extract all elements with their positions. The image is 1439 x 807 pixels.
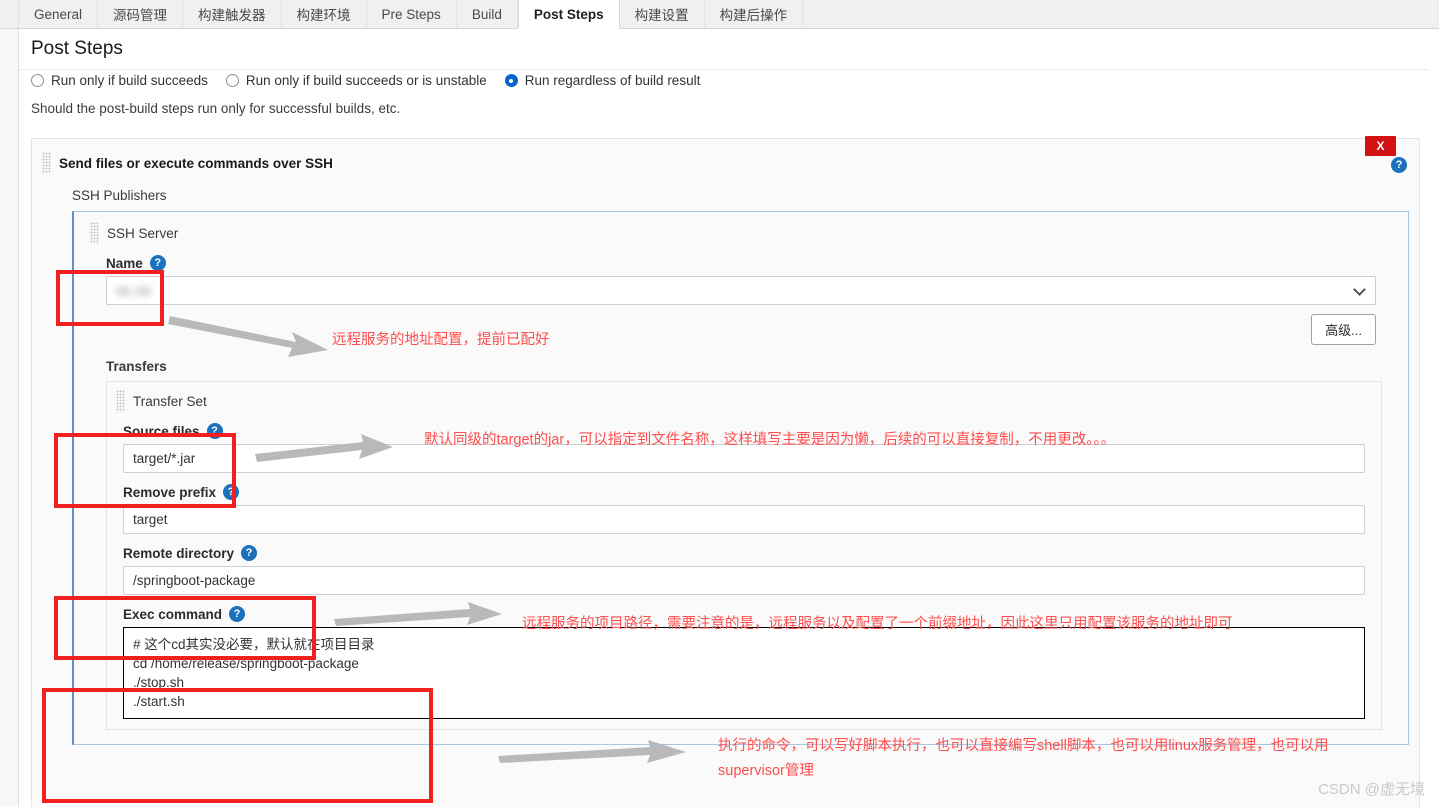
advanced-button-row: 高级... — [90, 305, 1392, 345]
tab-label: 构建设置 — [634, 8, 689, 23]
ssh-server-name-select[interactable]: xx.xx — [106, 276, 1376, 305]
transfers-label: Transfers — [106, 359, 167, 374]
ssh-server-title: SSH Server — [107, 225, 179, 241]
ssh-publisher-block: X ? Send files or execute commands over … — [31, 136, 1420, 807]
radio-label: Run only if build succeeds or is unstabl… — [245, 73, 487, 88]
tab-label: 源码管理 — [113, 8, 168, 23]
remote-directory-input[interactable] — [123, 566, 1365, 595]
tab-label: General — [34, 6, 83, 22]
help-icon[interactable]: ? — [149, 255, 166, 271]
tab-label: 构建触发器 — [198, 8, 266, 23]
radio-run-regardless-of-build-result[interactable]: Run regardless of build result — [504, 73, 701, 88]
radio-run-only-if-succeeds-or-unstable[interactable]: Run only if build succeeds or is unstabl… — [225, 73, 487, 88]
block-title: Send files or execute commands over SSH — [59, 155, 333, 171]
watermark: CSDN @虚无境 — [1318, 781, 1425, 798]
page-title: Post Steps — [19, 29, 1429, 70]
page-content: Post Steps Run only if build succeeds Ru… — [18, 29, 1439, 807]
radio-indicator[interactable] — [31, 74, 44, 87]
annotation-text-name: 远程服务的地址配置，提前已配好 — [332, 332, 550, 348]
tab-label: Pre Steps — [381, 6, 441, 22]
radio-indicator[interactable] — [225, 74, 239, 87]
source-files-label-text: Source files — [123, 423, 200, 439]
tab-label: 构建后操作 — [719, 8, 788, 23]
transfer-set-title: Transfer Set — [133, 393, 207, 409]
help-icon[interactable]: ? — [229, 606, 246, 622]
drag-handle-icon[interactable] — [90, 222, 99, 244]
annotation-text-remote-directory: 远程服务的项目路径，需要注意的是，远程服务以及配置了一个前缀地址，因此这里只用配… — [522, 616, 1233, 632]
help-icon[interactable]: ? — [206, 423, 223, 439]
ssh-server-panel: SSH Server Name ? xx.xx 高级... Transfers … — [72, 211, 1409, 745]
build-result-radio-group: Run only if build succeeds Run only if b… — [31, 73, 718, 88]
radio-run-only-if-build-succeeds[interactable]: Run only if build succeeds — [31, 73, 208, 88]
tab-build-environment[interactable]: 构建环境 — [282, 0, 367, 28]
tab-post-build-actions[interactable]: 构建后操作 — [705, 0, 804, 28]
name-label-text: Name — [106, 255, 143, 271]
annotation-text-exec-command: 执行的命令，可以写好脚本执行，也可以直接编写shell脚本，也可以用linux服… — [718, 738, 1329, 779]
tab-label: Post Steps — [533, 6, 604, 22]
radio-label: Run only if build succeeds — [51, 73, 208, 88]
tab-build-trigger[interactable]: 构建触发器 — [183, 0, 282, 28]
tab-build-settings[interactable]: 构建设置 — [620, 0, 705, 28]
annotation-text-source-files: 默认同级的target的jar，可以指定到文件名称，这样填写主要是因为懒，后续的… — [424, 432, 1116, 448]
jenkins-job-config-page: General 源码管理 构建触发器 构建环境 Pre Steps Build … — [0, 0, 1439, 807]
post-steps-hint: Should the post-build steps run only for… — [31, 101, 401, 116]
exec-command-label-text: Exec command — [123, 606, 223, 622]
remove-prefix-label-text: Remove prefix — [123, 484, 217, 500]
block-header: Send files or execute commands over SSH — [32, 139, 1419, 174]
tab-label: Build — [471, 6, 502, 22]
name-field-label: Name ? — [106, 255, 1392, 271]
transfer-set-header: Transfer Set — [107, 390, 1381, 412]
radio-indicator[interactable] — [504, 74, 518, 87]
radio-label: Run regardless of build result — [524, 73, 701, 88]
tab-general[interactable]: General — [18, 0, 99, 28]
tab-post-steps[interactable]: Post Steps — [517, 0, 620, 29]
exec-command-textarea[interactable]: # 这个cd其实没必要，默认就在项目目录 cd /home/release/sp… — [123, 627, 1365, 719]
tab-label: 构建环境 — [296, 8, 351, 23]
remove-prefix-input[interactable] — [123, 505, 1365, 534]
remote-directory-label: Remote directory ? — [123, 545, 1381, 561]
ssh-publishers-label: SSH Publishers — [72, 188, 167, 203]
help-icon[interactable]: ? — [241, 545, 258, 561]
ssh-server-name-select-wrapper: xx.xx — [90, 276, 1392, 305]
remote-directory-label-text: Remote directory — [123, 545, 235, 561]
ssh-server-name-value: xx.xx — [116, 283, 152, 298]
tab-pre-steps[interactable]: Pre Steps — [367, 0, 457, 28]
ssh-server-header: SSH Server — [90, 222, 1392, 244]
config-tab-bar: General 源码管理 构建触发器 构建环境 Pre Steps Build … — [0, 0, 1439, 29]
delete-block-button[interactable]: X — [1365, 136, 1396, 156]
help-icon[interactable]: ? — [1391, 157, 1407, 173]
drag-handle-icon[interactable] — [42, 152, 51, 174]
tab-source-management[interactable]: 源码管理 — [98, 0, 184, 28]
drag-handle-icon[interactable] — [116, 390, 125, 412]
tab-build[interactable]: Build — [457, 0, 518, 28]
remove-prefix-label: Remove prefix ? — [123, 484, 1381, 500]
help-icon[interactable]: ? — [223, 484, 240, 500]
advanced-button[interactable]: 高级... — [1311, 314, 1376, 345]
